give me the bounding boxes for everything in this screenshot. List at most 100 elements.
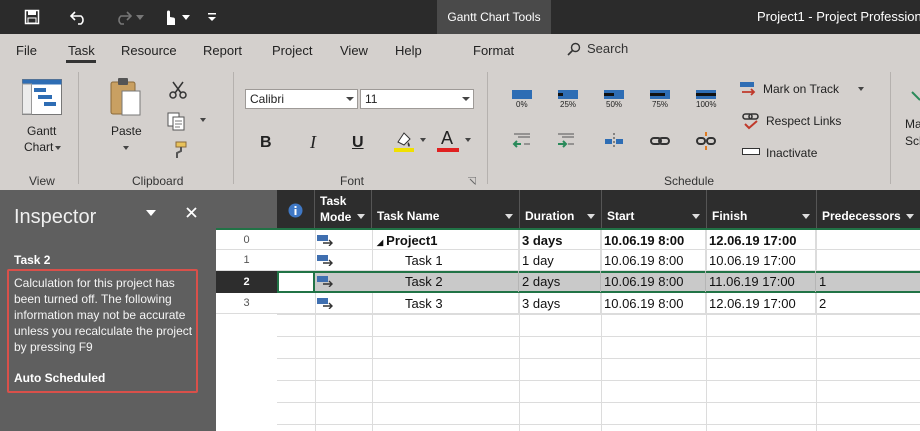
start-header[interactable]: Start — [602, 190, 707, 228]
redo-dropdown-icon[interactable] — [134, 0, 146, 34]
outdent-task-icon[interactable] — [512, 132, 532, 150]
link-tasks-icon[interactable] — [650, 132, 670, 150]
chevron-down-icon[interactable] — [123, 146, 129, 150]
task-name-cell[interactable]: ◢ Project1 — [373, 230, 519, 251]
italic-button[interactable]: I — [310, 132, 316, 153]
font-name-select[interactable]: Calibri — [245, 89, 358, 109]
predecessors-cell[interactable]: 2 — [817, 293, 920, 314]
select-all-corner[interactable] — [216, 190, 277, 228]
respect-links-icon[interactable] — [742, 112, 760, 130]
format-painter-icon[interactable] — [170, 141, 188, 159]
percent-75-icon[interactable] — [650, 90, 670, 99]
save-icon[interactable] — [20, 0, 44, 34]
tab-view[interactable]: View — [340, 43, 368, 58]
tab-file[interactable]: File — [16, 43, 37, 58]
cut-icon[interactable] — [168, 80, 188, 100]
tab-task[interactable]: Task — [68, 43, 95, 58]
active-tab-indicator — [66, 60, 96, 63]
pane-options-icon[interactable] — [146, 210, 156, 216]
tab-report[interactable]: Report — [203, 43, 242, 58]
font-color-button[interactable]: A — [437, 128, 459, 154]
inactivate-icon[interactable] — [742, 147, 760, 157]
duration-header[interactable]: Duration — [520, 190, 602, 228]
percent-0-icon[interactable] — [512, 90, 532, 99]
split-task-icon[interactable] — [604, 132, 624, 150]
mark-on-track-icon[interactable] — [740, 81, 758, 97]
redo-icon[interactable] — [112, 0, 134, 34]
start-cell[interactable]: 10.06.19 8:00 — [602, 250, 706, 271]
finish-cell[interactable]: 11.06.19 17:00 — [707, 271, 816, 292]
tab-help[interactable]: Help — [395, 43, 422, 58]
gantt-chart-label2[interactable]: Chart — [24, 140, 53, 154]
indent-task-icon[interactable] — [556, 132, 576, 150]
finish-cell[interactable]: 12.06.19 17:00 — [707, 293, 816, 314]
close-icon[interactable] — [186, 207, 197, 218]
task-name-cell[interactable]: Task 3 — [373, 293, 519, 314]
table-row-selected[interactable]: 2 Task 2 2 days 10.06.19 8:00 11.06.19 1… — [216, 271, 920, 293]
indicators-header[interactable] — [277, 190, 315, 228]
group-label-view: View — [29, 174, 55, 188]
tab-resource[interactable]: Resource — [121, 43, 177, 58]
chevron-down-icon[interactable] — [55, 146, 61, 150]
start-cell[interactable]: 10.06.19 8:00 — [602, 230, 706, 251]
highlight-color-icon[interactable] — [394, 130, 414, 152]
predecessors-header[interactable]: Predecessors — [817, 190, 920, 228]
duration-cell[interactable]: 3 days — [520, 230, 601, 251]
task-name-header[interactable]: Task Name — [372, 190, 520, 228]
row-number: 1 — [243, 254, 250, 266]
finish-cell[interactable]: 10.06.19 17:00 — [707, 250, 816, 271]
customize-qat-icon[interactable] — [204, 0, 220, 34]
bold-button[interactable]: B — [260, 134, 272, 152]
paste-label[interactable]: Paste — [111, 124, 142, 138]
respect-links-button[interactable]: Respect Links — [766, 114, 841, 128]
copy-icon[interactable] — [166, 111, 186, 131]
percent-100-icon[interactable] — [696, 90, 716, 99]
start-cell[interactable]: 10.06.19 8:00 — [602, 271, 706, 292]
chevron-down-icon[interactable] — [420, 138, 426, 142]
task-name-cell[interactable]: Task 2 — [373, 271, 519, 292]
unlink-tasks-icon[interactable] — [696, 132, 716, 150]
table-row[interactable]: 0 ◢ Project1 3 days 10.06.19 8:00 12.06.1… — [216, 228, 920, 251]
start-cell[interactable]: 10.06.19 8:00 — [602, 293, 706, 314]
inactivate-button[interactable]: Inactivate — [766, 146, 817, 160]
touch-mode-icon[interactable] — [158, 0, 180, 34]
predecessors-cell[interactable] — [817, 230, 920, 251]
table-row[interactable]: 1 Task 1 1 day 10.06.19 8:00 10.06.19 17… — [216, 250, 920, 271]
collapse-triangle-icon[interactable]: ◢ — [377, 238, 383, 247]
table-row[interactable]: 3 Task 3 3 days 10.06.19 8:00 12.06.19 1… — [216, 293, 920, 314]
mark-on-track-button[interactable]: Mark on Track — [763, 82, 839, 96]
gantt-chart-tools-tab: Gantt Chart Tools — [437, 0, 551, 34]
chevron-down-icon[interactable] — [200, 118, 206, 122]
chevron-down-icon[interactable] — [465, 138, 471, 142]
duration-cell[interactable]: 3 days — [520, 293, 601, 314]
inspector-schedule-mode: Auto Scheduled — [14, 371, 106, 385]
finish-header[interactable]: Finish — [707, 190, 817, 228]
duration-cell[interactable]: 2 days — [520, 271, 601, 292]
manual-schedule-label2[interactable]: Sch — [905, 134, 920, 148]
duration-cell[interactable]: 1 day — [520, 250, 601, 271]
percent-25-icon[interactable] — [558, 90, 578, 99]
finish-cell[interactable]: 12.06.19 17:00 — [707, 230, 816, 251]
dialog-launcher-icon[interactable] — [468, 177, 476, 185]
font-size-select[interactable]: 11 — [360, 89, 474, 109]
percent-50-icon[interactable] — [604, 90, 624, 99]
chevron-down-icon[interactable] — [858, 87, 864, 91]
active-cell[interactable] — [277, 271, 315, 293]
gantt-chart-icon[interactable] — [22, 79, 62, 115]
task-name-cell[interactable]: Task 1 — [373, 250, 519, 271]
percent-50-label: 50% — [606, 100, 623, 109]
predecessors-cell[interactable]: 1 — [817, 271, 920, 292]
search-box[interactable]: Search — [567, 41, 628, 56]
undo-icon[interactable] — [66, 0, 92, 34]
touch-dropdown-icon[interactable] — [180, 0, 192, 34]
paste-icon[interactable] — [110, 77, 142, 117]
task-mode-header[interactable]: Task Mode — [315, 190, 372, 228]
grid-line — [277, 380, 920, 381]
tab-project[interactable]: Project — [272, 43, 312, 58]
underline-button[interactable]: U — [352, 134, 364, 152]
tab-format[interactable]: Format — [473, 43, 514, 58]
manual-schedule-label1[interactable]: Ma — [905, 117, 920, 131]
pin-icon[interactable] — [910, 90, 920, 106]
predecessors-cell[interactable] — [817, 250, 920, 271]
gantt-chart-label1[interactable]: Gantt — [27, 124, 56, 138]
